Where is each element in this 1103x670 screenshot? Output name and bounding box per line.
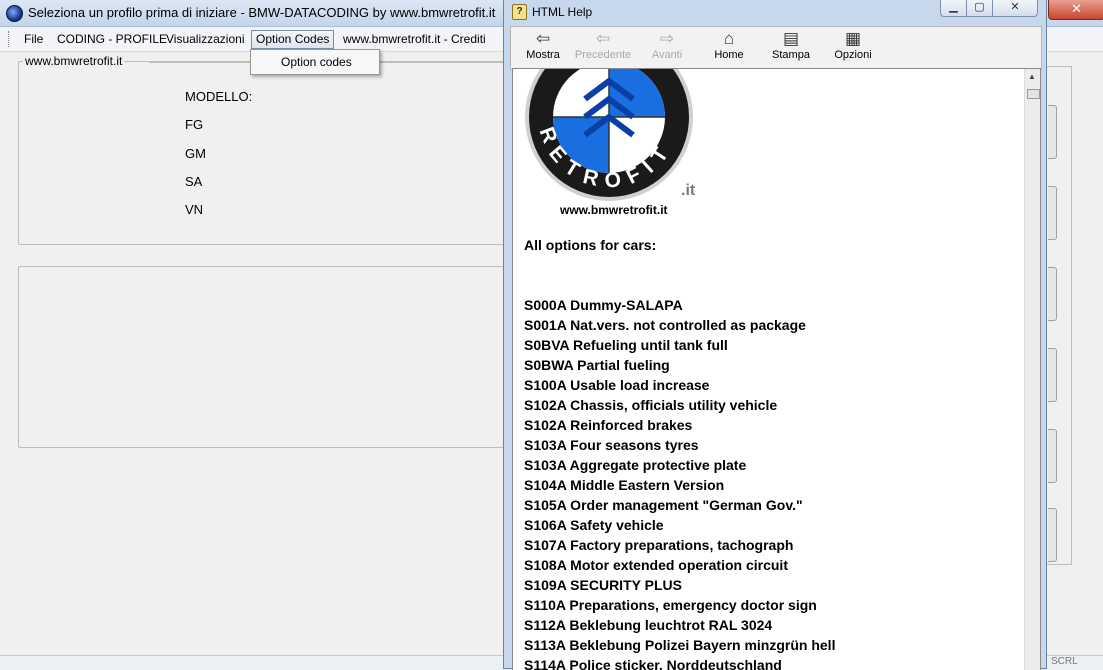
toolbar-home-button[interactable]: ⌂ Home (701, 29, 757, 67)
bmw-retrofit-logo-graphic: RETROFIT .it (525, 69, 696, 201)
dropdown-option-codes-item[interactable]: Option codes (281, 55, 352, 69)
option-codes-list: S000A Dummy-SALAPA S001A Nat.vers. not co… (524, 295, 835, 670)
help-vertical-scrollbar[interactable]: ▲ (1024, 69, 1040, 670)
toolbar-home-label: Home (714, 49, 744, 61)
options-heading: All options for cars: (524, 237, 657, 253)
forward-arrow-icon: ⇨ (659, 29, 675, 48)
option-code-item: S100A Usable load increase (524, 377, 710, 393)
option-code-item: S103A Aggregate protective plate (524, 457, 747, 473)
help-title-bar: ? HTML Help ▁ ▢ ✕ (504, 0, 1046, 24)
app-globe-icon (6, 5, 23, 22)
option-code-item: S107A Factory preparations, tachograph (524, 537, 794, 553)
help-minimize-button[interactable]: ▁ (940, 0, 967, 17)
menu-visualizzazioni[interactable]: Visualizzazioni (162, 31, 249, 48)
option-code-item: S0BWA Partial fueling (524, 357, 670, 373)
toolbar-opzioni-label: Opzioni (834, 49, 872, 61)
logo-it-suffix: .it (681, 182, 696, 199)
toolbar-precedente-button[interactable]: ⇦ Precedente (573, 29, 633, 67)
menu-file[interactable]: File (20, 31, 47, 48)
show-pane-icon: ⇦ (535, 29, 551, 48)
menu-option-codes[interactable]: Option Codes (251, 30, 335, 49)
side-button-1[interactable] (1048, 105, 1057, 159)
option-code-item: S105A Order management "German Gov." (524, 497, 803, 513)
option-code-item: S104A Middle Eastern Version (524, 477, 725, 493)
help-window-title: HTML Help (532, 5, 593, 19)
side-button-5[interactable] (1048, 429, 1057, 483)
printer-icon: ▤ (782, 29, 800, 48)
options-icon: ▦ (844, 29, 862, 48)
help-close-button[interactable]: ✕ (992, 0, 1038, 17)
option-codes-dropdown: Option codes (250, 49, 380, 75)
help-book-icon: ? (512, 4, 527, 20)
option-code-item: S114A Police sticker, Norddeutschland (524, 657, 782, 670)
option-code-item: S112A Beklebung leuchtrot RAL 3024 (524, 617, 773, 633)
label-fg: FG (185, 117, 204, 132)
toolbar-stampa-label: Stampa (772, 49, 810, 61)
option-code-item: S102A Chassis, officials utility vehicle (524, 397, 778, 413)
toolbar-mostra-button[interactable]: ⇦ Mostra (515, 29, 571, 67)
back-arrow-icon: ⇦ (595, 29, 611, 48)
toolbar-opzioni-button[interactable]: ▦ Opzioni (825, 29, 881, 67)
toolbar-stampa-button[interactable]: ▤ Stampa (763, 29, 819, 67)
bmw-retrofit-logo: RETROFIT .it (525, 69, 705, 214)
side-button-3[interactable] (1048, 267, 1057, 321)
option-code-item: S110A Preparations, emergency doctor sig… (524, 597, 817, 613)
toolbar-precedente-label: Precedente (574, 49, 632, 61)
main-window-title: Seleziona un profilo prima di iniziare -… (28, 5, 496, 20)
html-help-window: ? HTML Help ▁ ▢ ✕ ⇦ Mostra ⇦ Precedente … (503, 0, 1047, 670)
label-sa: SA (185, 174, 203, 189)
toolbar-avanti-label: Avanti (651, 49, 683, 61)
help-content-pane[interactable]: RETROFIT .it www.bmwretrofit.it All opti… (512, 68, 1041, 670)
option-code-item: S109A SECURITY PLUS (524, 577, 682, 593)
main-close-button[interactable]: ✕ (1048, 0, 1103, 20)
label-gm: GM (185, 146, 206, 161)
label-modello: MODELLO: (185, 89, 253, 104)
option-code-item: S000A Dummy-SALAPA (524, 297, 683, 313)
status-scroll-lock: SCRL (1051, 656, 1078, 667)
side-button-4[interactable] (1048, 348, 1057, 402)
side-button-6[interactable] (1048, 508, 1057, 562)
scroll-up-icon[interactable]: ▲ (1028, 72, 1036, 81)
profile-groupbox: www.bmwretrofit.it (18, 54, 506, 245)
menu-coding-profile[interactable]: CODING - PROFILE (53, 31, 171, 48)
option-code-item: S102A Reinforced brakes (524, 417, 693, 433)
scroll-thumb[interactable] (1027, 89, 1040, 99)
groupbox-title: www.bmwretrofit.it (23, 54, 125, 68)
option-code-item: S113A Beklebung Polizei Bayern minzgrün … (524, 637, 836, 653)
menu-grip (8, 31, 12, 47)
toolbar-mostra-label: Mostra (526, 49, 560, 61)
option-code-item: S108A Motor extended operation circuit (524, 557, 788, 573)
label-vn: VN (185, 202, 204, 217)
option-code-item: S001A Nat.vers. not controlled as packag… (524, 317, 806, 333)
logo-url-caption: www.bmwretrofit.it (560, 203, 668, 217)
option-code-item: S106A Safety vehicle (524, 517, 664, 533)
option-code-item: S103A Four seasons tyres (524, 437, 699, 453)
menu-crediti[interactable]: www.bmwretrofit.it - Crediti (339, 31, 490, 48)
option-code-item: S0BVA Refueling until tank full (524, 337, 728, 353)
help-maximize-button[interactable]: ▢ (966, 0, 993, 17)
details-panel (18, 266, 506, 448)
toolbar-avanti-button[interactable]: ⇨ Avanti (639, 29, 695, 67)
home-icon: ⌂ (723, 29, 735, 48)
side-button-2[interactable] (1048, 186, 1057, 240)
help-toolbar: ⇦ Mostra ⇦ Precedente ⇨ Avanti ⌂ Home ▤ … (510, 26, 1042, 70)
